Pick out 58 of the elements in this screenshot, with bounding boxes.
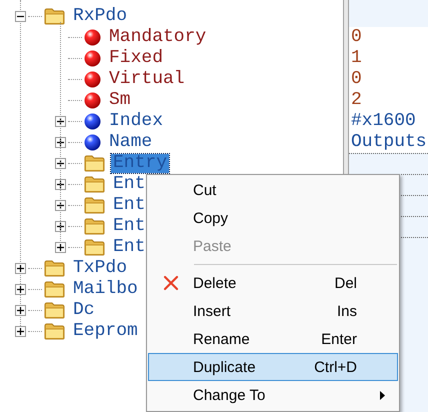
value-cell: 2 <box>349 90 428 111</box>
menu-item[interactable]: Delete Del <box>148 269 398 297</box>
expand-button[interactable] <box>54 116 66 127</box>
sphere-icon <box>84 29 101 46</box>
submenu-arrow-icon <box>380 390 385 400</box>
menu-item[interactable]: Insert Ins <box>148 297 398 325</box>
folder-icon <box>44 281 65 298</box>
sphere-icon <box>84 134 101 151</box>
tree-node-label[interactable]: Ent <box>111 217 148 236</box>
menu-item[interactable]: Copy <box>148 204 398 232</box>
tree-node-label[interactable]: Mailbo <box>71 280 140 299</box>
collapse-button[interactable] <box>14 11 26 22</box>
tree-node-label[interactable]: Ent <box>111 175 148 194</box>
sphere-icon <box>84 50 101 67</box>
expand-button[interactable] <box>54 221 66 232</box>
sphere-icon <box>84 113 101 130</box>
value-cell: 0 <box>349 27 428 48</box>
expand-button[interactable] <box>14 305 26 316</box>
tree-node-label[interactable]: Mandatory <box>107 28 208 47</box>
tree-node-label[interactable]: Name <box>107 133 154 152</box>
folder-icon <box>44 323 65 340</box>
expand-button[interactable] <box>54 179 66 190</box>
value-cell: 1 <box>349 48 428 69</box>
folder-icon <box>84 176 105 193</box>
expand-button[interactable] <box>54 137 66 148</box>
expand-button[interactable] <box>14 263 26 274</box>
expand-button[interactable] <box>14 284 26 295</box>
expand-button[interactable] <box>14 326 26 337</box>
folder-icon <box>84 239 105 256</box>
menu-item[interactable]: Cut <box>148 176 398 204</box>
sphere-icon <box>84 71 101 88</box>
menu-item[interactable]: Change To <box>148 381 398 409</box>
expand-button[interactable] <box>54 158 66 169</box>
expand-button[interactable] <box>54 200 66 211</box>
folder-icon <box>44 8 65 25</box>
tree-node-label[interactable]: Ent <box>111 238 148 257</box>
tree-node-label[interactable]: TxPdo <box>71 259 130 278</box>
menu-item[interactable]: Duplicate Ctrl+D <box>148 353 398 381</box>
tree-node-label[interactable]: Ent <box>111 196 148 215</box>
folder-icon <box>84 218 105 235</box>
folder-icon <box>84 197 105 214</box>
folder-icon <box>44 302 65 319</box>
tree-node-label[interactable]: Dc <box>71 301 97 320</box>
tree-node-label[interactable]: Index <box>107 112 166 131</box>
cross-icon <box>163 275 179 291</box>
tree-node-label[interactable]: Eeprom <box>71 322 140 341</box>
menu-item[interactable]: Rename Enter <box>148 325 398 353</box>
tree-node-label[interactable]: Fixed <box>107 49 166 68</box>
value-cell: 0 <box>349 69 428 90</box>
value-cell: Outputs <box>349 132 428 153</box>
tree-node-label[interactable]: Virtual <box>107 70 187 89</box>
folder-icon <box>44 260 65 277</box>
value-cell: #x1600 <box>349 111 428 132</box>
expand-button[interactable] <box>54 242 66 253</box>
tree-node-label[interactable]: RxPdo <box>71 7 130 26</box>
folder-icon <box>84 155 105 172</box>
sphere-icon <box>84 92 101 109</box>
tree-node-label[interactable]: Sm <box>107 91 133 110</box>
